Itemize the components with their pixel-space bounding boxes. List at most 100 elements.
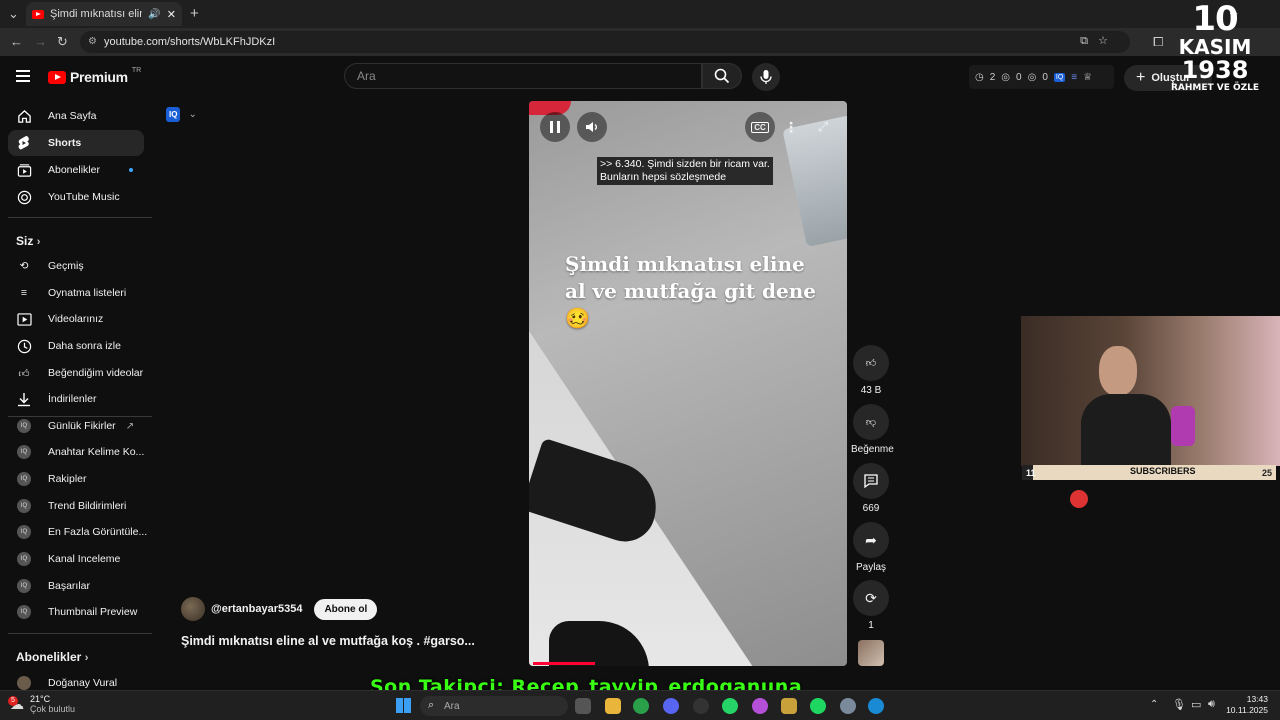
vidiq-icon: IQ	[17, 472, 31, 486]
start-icon[interactable]	[396, 698, 411, 713]
sidebar-item-history[interactable]: ⟲ Geçmiş	[8, 253, 144, 279]
dislike-action[interactable]: 👎︎ Beğenme	[851, 404, 894, 455]
sidebar-item-downloads[interactable]: İndirilenler	[8, 386, 144, 412]
search-button[interactable]	[702, 63, 742, 89]
subscribe-button[interactable]: Abone ol	[314, 598, 378, 620]
sidebar-item-thumbnail-preview[interactable]: IQ Thumbnail Preview	[8, 599, 144, 625]
sidebar-item-most-viewed[interactable]: IQ En Fazla Görüntüle...	[8, 519, 148, 545]
captions-button[interactable]: CC	[745, 112, 775, 142]
shorts-video-player[interactable]: CC ⋮ ⤢ >> 6.340. Şimdi sizden bir ricam …	[529, 101, 847, 666]
fullscreen-icon: ⤢	[817, 119, 829, 134]
taskbar-search[interactable]: ⌕ Ara	[420, 696, 568, 716]
sidebar-item-label: En Fazla Görüntüle...	[48, 526, 148, 538]
sidebar-item-playlists[interactable]: ≡ Oynatma listeleri	[8, 280, 144, 306]
discord-icon[interactable]	[663, 698, 679, 714]
microphone-icon[interactable]: 🎙︎	[1172, 698, 1186, 711]
more-options-button[interactable]: ⋮	[776, 112, 806, 142]
app-icon[interactable]	[752, 698, 768, 714]
video-progress-bar[interactable]	[533, 662, 595, 665]
remix-action[interactable]: ⟳ 1	[851, 580, 891, 631]
share-button[interactable]: ➦	[853, 522, 889, 558]
like-action[interactable]: 👍︎ 43 B	[851, 345, 891, 396]
browser-tab[interactable]: Şimdi mıknatısı eline al ve m 🔊 ✕	[26, 2, 182, 26]
sidebar-item-channel-review[interactable]: IQ Kanal Inceleme	[8, 546, 144, 572]
menu-icon[interactable]	[16, 70, 30, 82]
chevron-up-icon[interactable]: ⌃	[1150, 699, 1158, 710]
tab-audio-icon[interactable]: 🔊	[148, 9, 160, 20]
extension-stats-bar[interactable]: ◷ 2 ◎ 0 ◎ 0 IQ ≡ ♕	[969, 65, 1114, 89]
streamer-figure	[1081, 346, 1171, 466]
channel-handle[interactable]: @ertanbayar5354	[211, 603, 302, 615]
fullscreen-button[interactable]: ⤢	[808, 112, 838, 142]
task-view-icon[interactable]	[575, 698, 591, 714]
sidebar-item-trend-alerts[interactable]: IQ Trend Bildirimleri	[8, 493, 144, 519]
obs-icon[interactable]	[693, 698, 709, 714]
install-app-icon[interactable]: ⧉	[1080, 35, 1088, 48]
spotify-icon[interactable]	[810, 698, 826, 714]
voice-search-button[interactable]	[752, 63, 780, 91]
share-action[interactable]: ➦ Paylaş	[851, 522, 891, 573]
dislike-button[interactable]: 👎︎	[853, 404, 889, 440]
list-icon[interactable]: ≡	[1071, 72, 1077, 83]
sidebar-item-competitors[interactable]: IQ Rakipler	[8, 466, 144, 492]
plus-icon: +	[1136, 69, 1146, 86]
forward-icon[interactable]: →	[34, 35, 47, 48]
stat-c: 0	[1042, 71, 1048, 83]
like-count: 43 B	[860, 385, 882, 396]
sidebar-item-home[interactable]: Ana Sayfa	[8, 103, 144, 129]
taskbar-search-placeholder: Ara	[444, 700, 460, 712]
mute-button[interactable]	[577, 112, 607, 142]
vidiq-widget-button[interactable]: IQ ⌄	[166, 107, 197, 122]
sidebar-item-watch-later[interactable]: Daha sonra izle	[8, 333, 144, 359]
subscriptions-icon	[16, 162, 32, 178]
chrome-icon[interactable]	[633, 698, 649, 714]
vidiq-icon: IQ	[17, 605, 31, 619]
sidebar-item-keyword-tool[interactable]: IQ Anahtar Kelime Ko...	[8, 439, 144, 465]
section-heading-subscriptions[interactable]: Abonelikler ›	[16, 650, 88, 664]
whatsapp-icon[interactable]	[722, 698, 738, 714]
sidebar-item-subscriptions[interactable]: Abonelikler	[8, 157, 144, 183]
settings-icon[interactable]	[840, 698, 856, 714]
tab-search-icon[interactable]: ⌄	[8, 7, 19, 20]
vidiq-icon[interactable]: IQ	[1053, 72, 1066, 82]
weather-widget[interactable]: ☁5 21°CÇok bulutlu	[8, 694, 75, 714]
memorial-logo: 10 KASIM 1938 RAHMET VE ÖZLE	[1160, 2, 1270, 104]
thumbs-down-icon: 👎︎	[865, 417, 877, 428]
sidebar-item-your-videos[interactable]: Videolarınız	[8, 306, 144, 332]
sidebar-item-youtube-music[interactable]: YouTube Music	[8, 184, 144, 210]
clock[interactable]: 13:43 10.11.2025	[1224, 694, 1268, 716]
search-input[interactable]: Ara	[344, 63, 702, 89]
site-info-icon[interactable]: ⚙	[88, 36, 97, 47]
tab-close-icon[interactable]: ✕	[167, 8, 176, 21]
channel-avatar[interactable]	[181, 597, 205, 621]
sidebar-item-shorts[interactable]: Shorts	[8, 130, 144, 156]
comments-button[interactable]	[853, 463, 889, 499]
back-icon[interactable]: ←	[10, 35, 23, 48]
video-title[interactable]: Şimdi mıknatısı eline al ve mutfağa koş …	[181, 634, 475, 648]
sidebar-item-achievements[interactable]: IQ Başarılar	[8, 573, 144, 599]
comments-action[interactable]: 669	[851, 463, 891, 514]
section-heading-you[interactable]: Siz ›	[16, 234, 40, 248]
sidebar-item-label: İndirilenler	[48, 393, 97, 405]
sidebar-item-label: Başarılar	[48, 580, 91, 592]
sub-count-left: 11	[1026, 467, 1036, 478]
sidebar-item-liked-videos[interactable]: 👍︎ Beğendiğim videolar	[8, 360, 144, 386]
trophy-icon[interactable]: ♕	[1083, 72, 1092, 83]
reload-icon[interactable]: ↻	[57, 35, 68, 48]
sidebar-item-daily-ideas[interactable]: IQ Günlük Fikirler ↗	[8, 413, 144, 439]
bookmark-star-icon[interactable]: ☆	[1098, 34, 1108, 47]
pause-button[interactable]	[540, 112, 570, 142]
new-tab-icon[interactable]: +	[190, 6, 199, 21]
network-icon[interactable]: ▭	[1191, 698, 1201, 711]
file-explorer-icon[interactable]	[605, 698, 621, 714]
youtube-logo[interactable]: Premium TR	[48, 67, 141, 85]
volume-icon[interactable]: 🔊︎	[1208, 698, 1215, 711]
browser-toolbar: ← → ↻ ⚙ youtube.com/shorts/WbLKFhJDKzI ⧉…	[0, 28, 1280, 56]
vidiq-icon: IQ	[166, 107, 181, 122]
edge-icon[interactable]	[868, 698, 884, 714]
sound-thumbnail[interactable]	[858, 640, 884, 666]
notes-icon[interactable]	[781, 698, 797, 714]
like-button[interactable]: 👍︎	[853, 345, 889, 381]
remix-button[interactable]: ⟳	[853, 580, 889, 616]
address-bar[interactable]: ⚙ youtube.com/shorts/WbLKFhJDKzI ⧉ ☆	[80, 31, 1130, 53]
